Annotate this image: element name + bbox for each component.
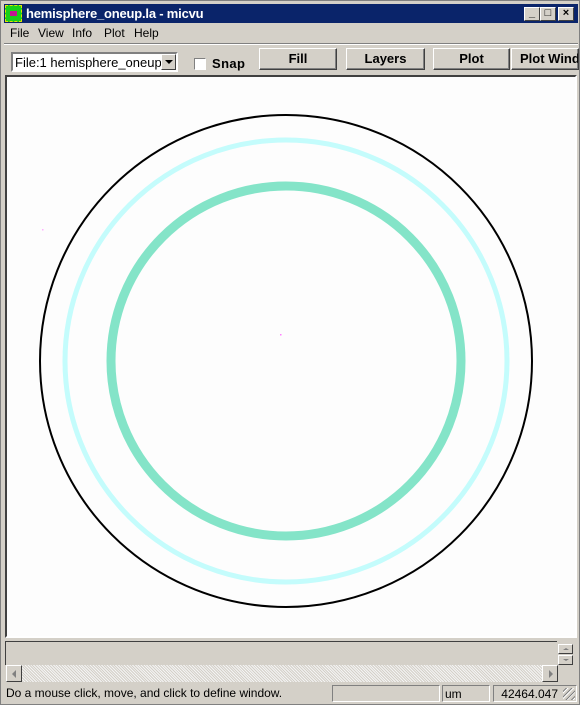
- status-pane-empty: [332, 685, 440, 702]
- status-coordinate: 42464.047: [493, 685, 577, 702]
- file-select-dropdown[interactable]: File:1 hemisphere_oneup.la: [11, 52, 178, 72]
- menu-info[interactable]: Info: [72, 26, 92, 40]
- plot-window-button[interactable]: Plot Window: [511, 48, 579, 70]
- chevron-down-icon[interactable]: [161, 54, 176, 70]
- app-window: hemisphere_oneup.la - micvu _ □ × File V…: [0, 0, 580, 705]
- middle-layer-ring[interactable]: [62, 137, 510, 585]
- minimize-button[interactable]: _: [524, 7, 540, 21]
- horizontal-scrollbar[interactable]: [6, 665, 558, 682]
- scroll-left-arrow-icon[interactable]: [6, 665, 22, 682]
- layout-drawing[interactable]: [7, 77, 575, 636]
- status-bar: Do a mouse click, move, and click to def…: [4, 684, 578, 703]
- snap-checkbox[interactable]: [194, 58, 206, 70]
- fill-button[interactable]: Fill: [259, 48, 337, 70]
- status-message: Do a mouse click, move, and click to def…: [6, 686, 283, 700]
- coordinate-readout: 42464.047: [501, 687, 558, 701]
- maximize-button[interactable]: □: [540, 7, 556, 21]
- title-bar[interactable]: hemisphere_oneup.la - micvu _ □ ×: [4, 4, 578, 23]
- spin-up-button[interactable]: [558, 644, 573, 654]
- snap-label[interactable]: Snap: [212, 56, 245, 71]
- menu-plot[interactable]: Plot: [104, 26, 125, 40]
- units-label: um: [445, 687, 462, 701]
- micvu-chip-icon[interactable]: [5, 5, 22, 22]
- layers-button[interactable]: Layers: [346, 48, 425, 70]
- plot-button[interactable]: Plot: [433, 48, 510, 70]
- spin-down-button[interactable]: [558, 655, 573, 665]
- window-title: hemisphere_oneup.la - micvu: [26, 6, 204, 21]
- status-units: um: [442, 685, 490, 702]
- menu-bar: File View Info Plot Help: [4, 24, 578, 43]
- inner-layer-ring[interactable]: [106, 181, 466, 541]
- layout-canvas[interactable]: [5, 75, 577, 638]
- menu-view[interactable]: View: [38, 26, 64, 40]
- menu-help[interactable]: Help: [134, 26, 159, 40]
- file-select-value: File:1 hemisphere_oneup.la: [15, 55, 176, 70]
- close-button[interactable]: ×: [558, 7, 574, 21]
- origin-marker: [42, 229, 44, 231]
- menu-file[interactable]: File: [10, 26, 29, 40]
- lower-pane: [5, 641, 557, 665]
- scroll-right-arrow-icon[interactable]: [542, 665, 558, 682]
- resize-grip-icon[interactable]: [563, 688, 575, 700]
- menu-divider: [4, 43, 578, 45]
- center-marker: [280, 334, 282, 336]
